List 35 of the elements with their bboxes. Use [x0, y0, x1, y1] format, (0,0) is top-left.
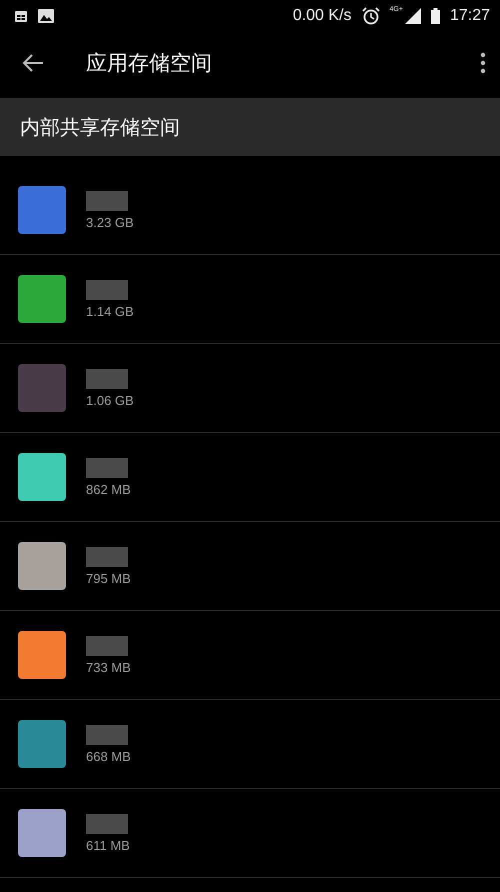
app-row[interactable]: 1.06 GB [0, 344, 500, 433]
alarm-clock-icon [362, 7, 380, 25]
image-icon [38, 9, 54, 23]
clock-time: 17:27 [450, 7, 490, 25]
storage-size: 611 MB [86, 838, 130, 852]
more-options-icon[interactable] [480, 52, 486, 74]
signal-icon [404, 8, 421, 24]
battery-icon [430, 8, 440, 24]
storage-size: 3.23 GB [86, 214, 134, 230]
back-arrow-icon[interactable] [22, 53, 44, 73]
app-row[interactable]: 862 MB [0, 433, 500, 522]
redacted-name-block [86, 190, 128, 210]
page-title: 应用存储空间 [86, 51, 213, 77]
redacted-name-block [86, 458, 128, 478]
redacted-name-block [86, 546, 128, 566]
app-row[interactable]: 668 MB [0, 700, 500, 789]
network-speed: 0.00 K/s [292, 7, 352, 25]
storage-size: 862 MB [86, 482, 131, 496]
calendar-icon [14, 9, 28, 23]
storage-size: 795 MB [86, 570, 131, 586]
storage-size: 733 MB [86, 660, 131, 674]
redacted-name-block [86, 636, 128, 656]
app-row[interactable]: 1.14 GB [0, 255, 500, 344]
redacted-name-block [86, 814, 128, 834]
storage-size: 668 MB [86, 748, 131, 764]
storage-size: 1.06 GB [86, 392, 134, 408]
app-row[interactable]: 733 MB [0, 611, 500, 700]
app-row[interactable]: 3.23 GB [0, 166, 500, 255]
app-row[interactable]: 795 MB [0, 522, 500, 611]
redacted-name-block [86, 368, 128, 388]
redacted-name-block [86, 280, 128, 300]
section-header: 内部共享存储空间 [0, 98, 500, 156]
redacted-name-block [86, 724, 128, 744]
storage-size: 1.14 GB [86, 304, 134, 318]
app-row[interactable]: 611 MB [0, 789, 500, 878]
